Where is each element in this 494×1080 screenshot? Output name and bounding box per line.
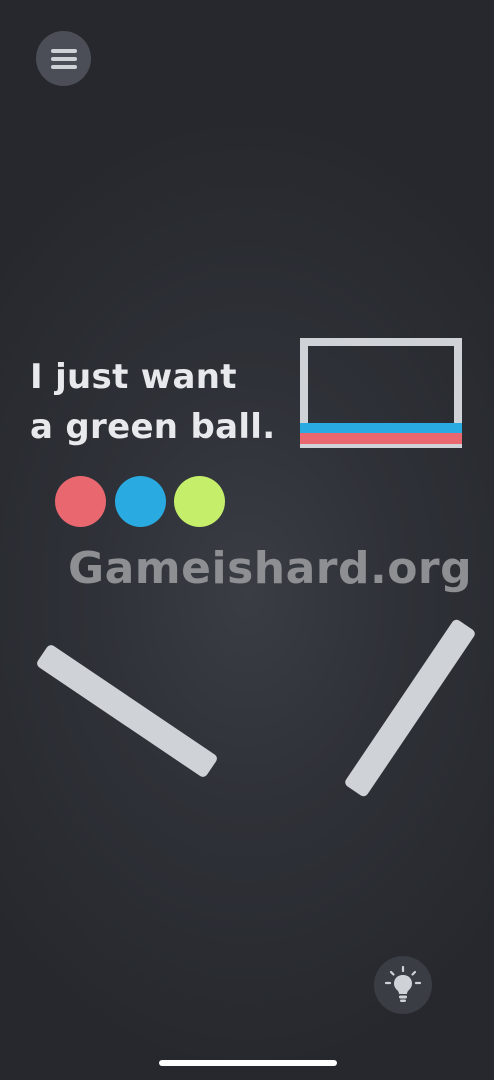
hint-button[interactable] — [374, 956, 432, 1014]
ball-red[interactable] — [55, 476, 106, 527]
hamburger-menu-icon — [50, 48, 77, 69]
puzzle-prompt: I just want a green ball. — [30, 352, 275, 452]
plank-right[interactable] — [343, 617, 477, 799]
puzzle-prompt-line-2: a green ball. — [30, 407, 276, 447]
watermark: Gameishard.org — [68, 543, 473, 594]
lightbulb-icon — [384, 965, 422, 1002]
target-box-red-stripe — [300, 433, 462, 444]
ball-green[interactable] — [174, 476, 225, 527]
target-box-blue-stripe — [300, 423, 462, 433]
plank-left[interactable] — [35, 643, 219, 779]
target-box — [300, 338, 462, 448]
puzzle-prompt-line-1: I just want — [30, 357, 237, 397]
ball-blue[interactable] — [115, 476, 166, 527]
home-indicator[interactable] — [159, 1060, 337, 1066]
menu-button[interactable] — [36, 31, 91, 86]
